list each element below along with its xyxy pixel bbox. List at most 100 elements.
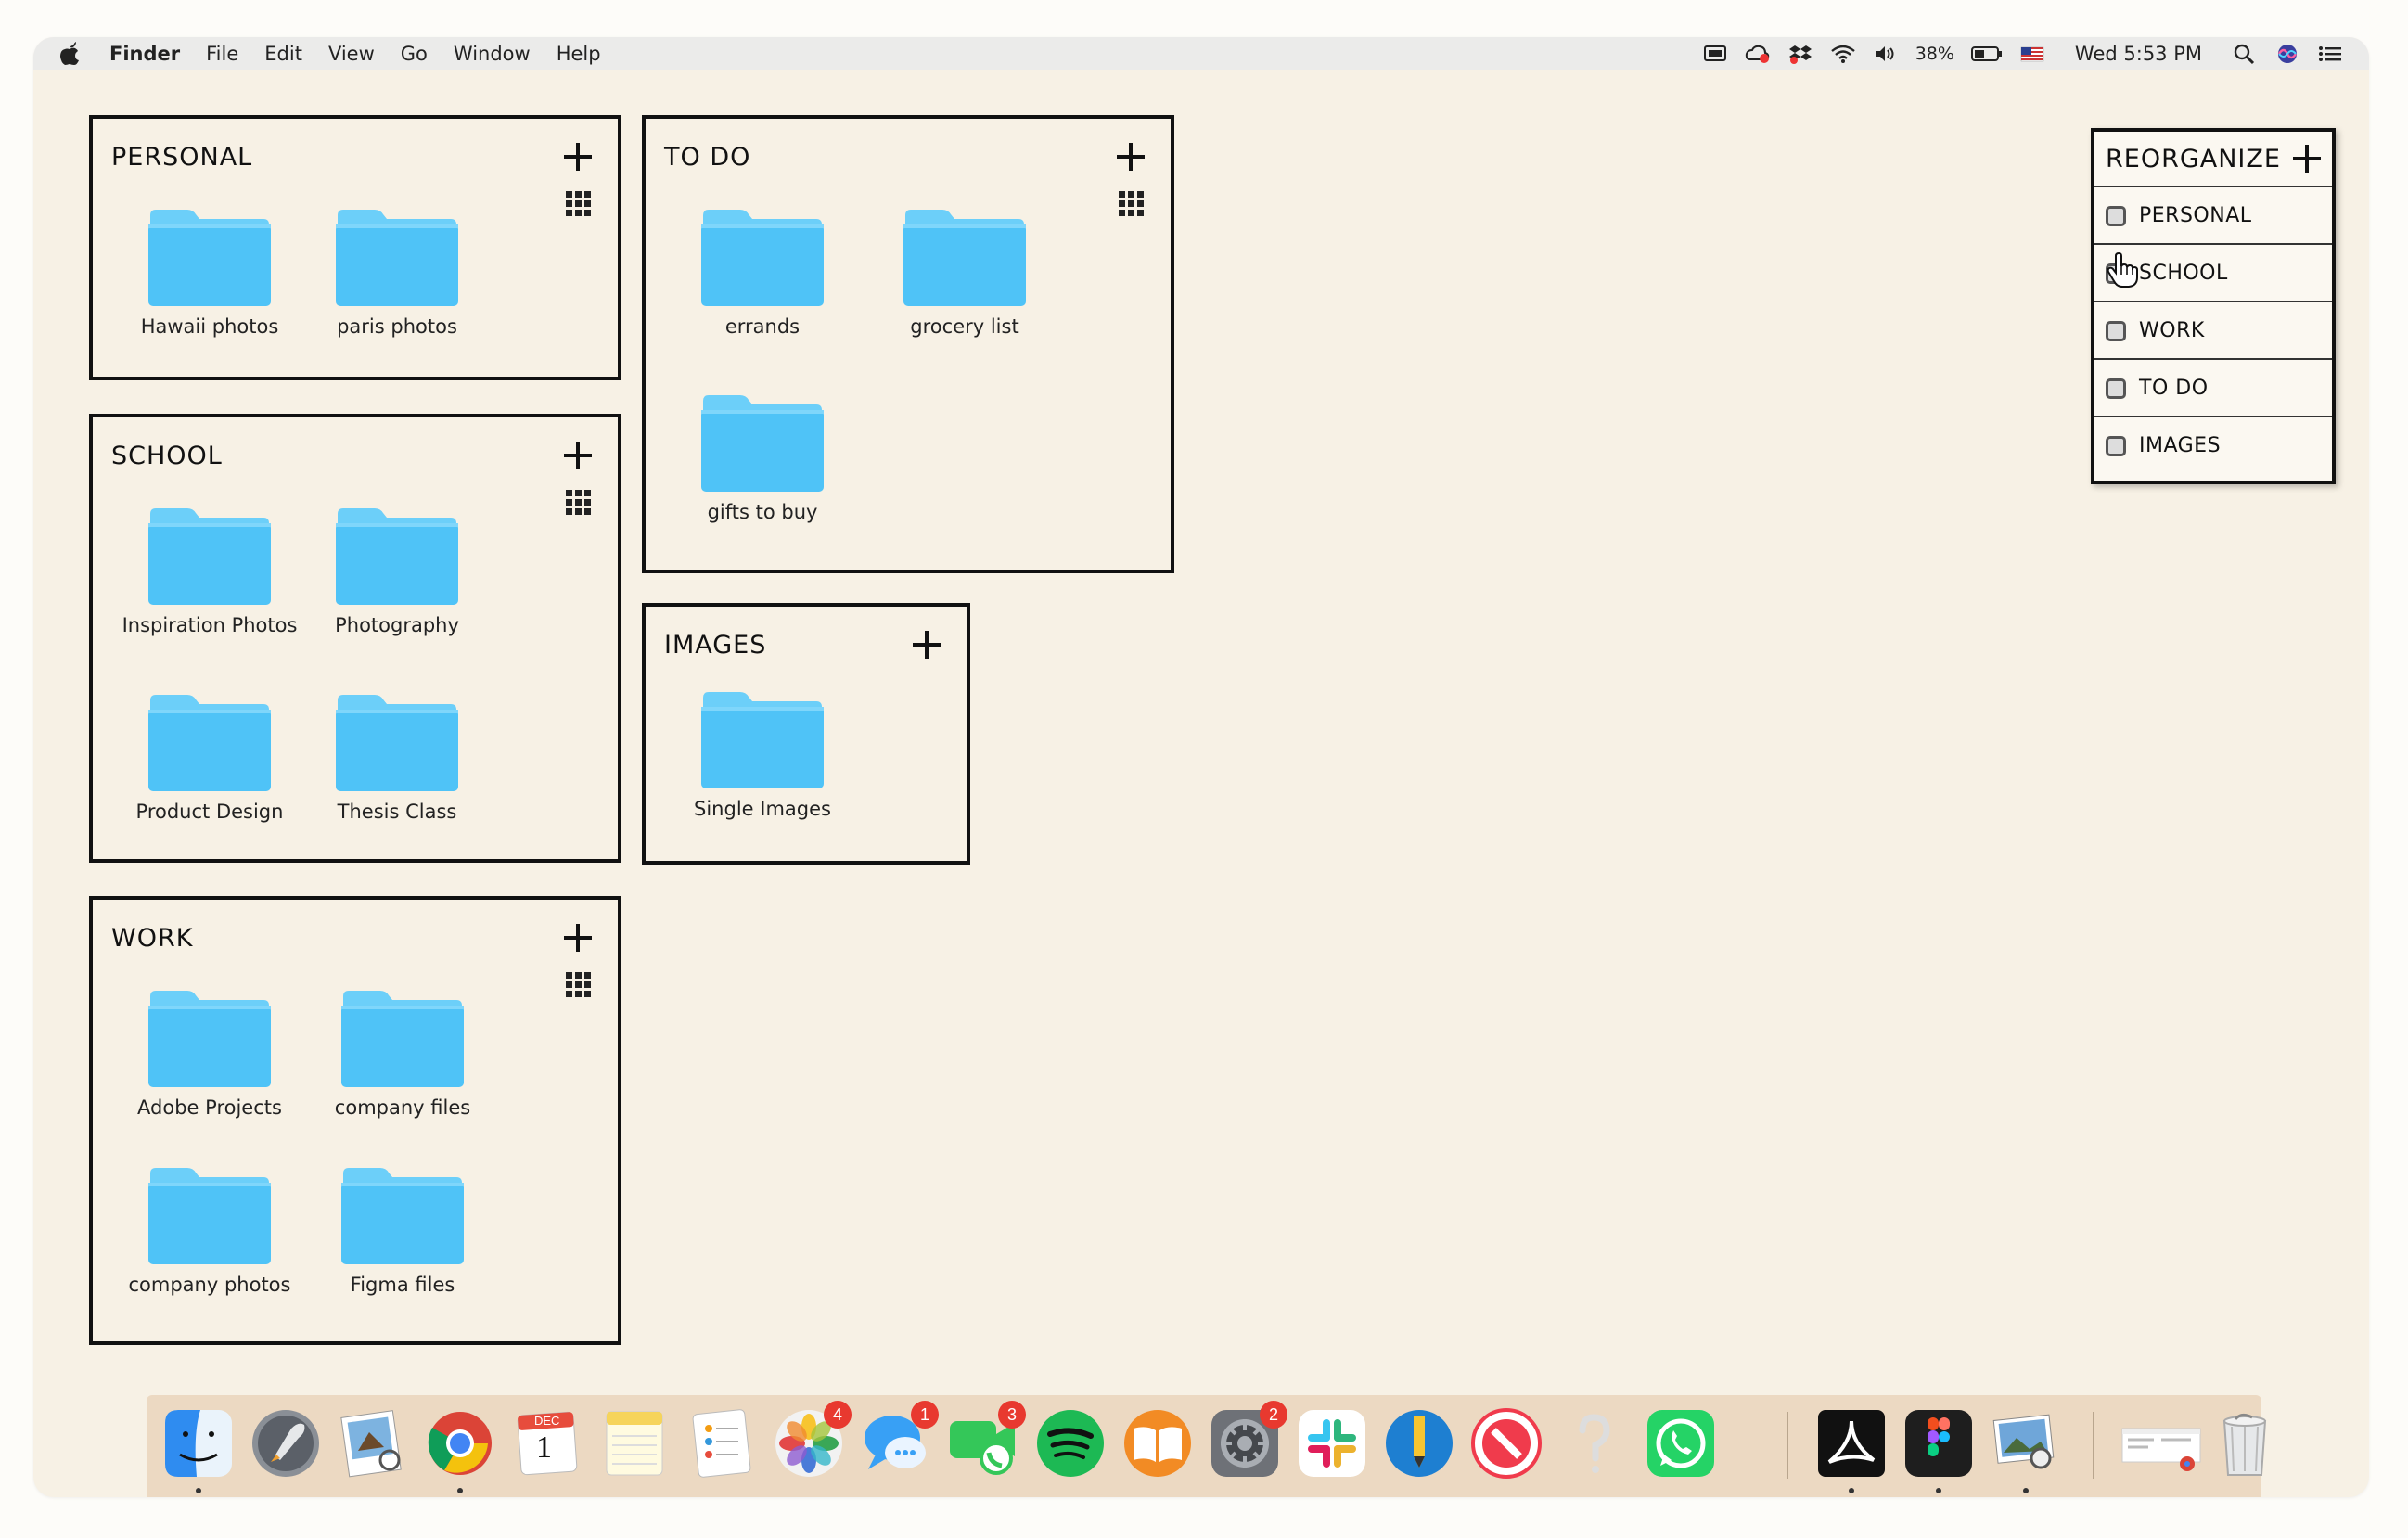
dock-messages[interactable]: 1 (859, 1401, 939, 1480)
folder-errands[interactable]: errands (670, 208, 855, 338)
add-icon[interactable] (911, 629, 942, 660)
dropbox-icon[interactable] (1787, 43, 1813, 65)
reorganize-item-school[interactable]: SCHOOL (2094, 245, 2332, 302)
dock-books[interactable] (1121, 1406, 1195, 1480)
dock-whatsapp[interactable] (1644, 1406, 1718, 1480)
reorganize-item-work[interactable]: WORK (2094, 302, 2332, 360)
display-mirror-icon[interactable] (1702, 43, 1728, 65)
grid-view-icon[interactable] (566, 191, 592, 217)
wifi-icon[interactable] (1830, 43, 1856, 65)
menu-window[interactable]: Window (454, 43, 531, 65)
preview-icon (340, 1410, 402, 1478)
add-category-icon[interactable] (2291, 143, 2323, 174)
dock-news[interactable] (1469, 1406, 1543, 1480)
panel-title: IMAGES (664, 631, 767, 660)
reorganize-header: REORGANIZE (2094, 132, 2332, 187)
folder-icon (699, 690, 826, 790)
folder-label: gifts to buy (707, 501, 818, 523)
whatsapp-icon (1647, 1410, 1714, 1477)
dock-acrobat[interactable] (1814, 1406, 1889, 1493)
dock-system-preferences[interactable]: 2 (1208, 1401, 1287, 1480)
folder-company-photos[interactable]: company photos (117, 1166, 302, 1296)
folder-hawaii-photos[interactable]: Hawaii photos (117, 208, 302, 338)
reorganize-item-label: WORK (2139, 319, 2205, 342)
dock-finder[interactable] (161, 1406, 236, 1493)
folder-product-design[interactable]: Product Design (117, 693, 302, 823)
add-icon[interactable] (562, 922, 594, 954)
folder-figma-files[interactable]: Figma files (310, 1166, 495, 1296)
folder-adobe-projects[interactable]: Adobe Projects (117, 989, 302, 1119)
battery-icon[interactable] (1970, 43, 2003, 65)
dock-chrome[interactable] (423, 1406, 497, 1493)
dock-preview[interactable] (336, 1406, 410, 1480)
menu-view[interactable]: View (328, 43, 375, 65)
folder-gifts-to-buy[interactable]: gifts to buy (670, 393, 855, 523)
dock-photos[interactable]: 4 (772, 1401, 852, 1480)
folder-icon (902, 208, 1028, 308)
menu-bar: Finder File Edit View Go Window Help 38%… (33, 37, 2369, 70)
menu-edit[interactable]: Edit (264, 43, 302, 65)
folder-photography[interactable]: Photography (304, 506, 490, 636)
reorganize-item-label: TO DO (2139, 377, 2209, 400)
dock-figma[interactable] (1902, 1406, 1976, 1493)
dock-facetime[interactable]: 3 (946, 1401, 1026, 1480)
panel-work: WORK Adobe Projects company files compan… (89, 896, 621, 1345)
dock-launchpad[interactable] (249, 1406, 323, 1480)
add-icon[interactable] (562, 440, 594, 471)
menu-help[interactable]: Help (557, 43, 601, 65)
checkbox[interactable] (2106, 321, 2126, 341)
dock-help[interactable] (1556, 1406, 1631, 1480)
folder-paris-photos[interactable]: paris photos (304, 208, 490, 338)
battery-percent: 38% (1915, 44, 1954, 64)
dock-notes[interactable] (597, 1406, 672, 1480)
dock-reminders[interactable] (685, 1406, 759, 1480)
grid-view-icon[interactable] (566, 972, 592, 998)
dock-spotify[interactable] (1033, 1406, 1108, 1480)
folder-label: errands (724, 315, 801, 338)
reorganize-item-personal[interactable]: PERSONAL (2094, 187, 2332, 245)
siri-icon[interactable] (2274, 43, 2300, 65)
dock-trash[interactable] (2208, 1406, 2282, 1480)
us-flag-icon[interactable] (2019, 43, 2045, 65)
folder-icon (334, 208, 460, 308)
checkbox[interactable] (2106, 436, 2126, 456)
reorganize-item-images[interactable]: IMAGES (2094, 417, 2332, 475)
notification-center-icon[interactable] (2317, 43, 2343, 65)
spotlight-search-icon[interactable] (2232, 43, 2258, 65)
books-icon (1124, 1410, 1191, 1477)
folder-icon (334, 506, 460, 607)
folder-icon (339, 989, 466, 1089)
reorganize-item-todo[interactable]: TO DO (2094, 360, 2332, 417)
folder-grocery-list[interactable]: grocery list (872, 208, 1057, 338)
image-preview-icon (1992, 1414, 2055, 1469)
dock-minimized-window[interactable] (2117, 1406, 2206, 1480)
menu-go[interactable]: Go (401, 43, 428, 65)
notification-badge: 4 (824, 1401, 852, 1429)
menu-file[interactable]: File (206, 43, 238, 65)
dock-image-capture[interactable] (1989, 1406, 2063, 1493)
checkbox[interactable] (2106, 378, 2126, 399)
dock-pages[interactable] (1382, 1406, 1456, 1480)
menu-app-name[interactable]: Finder (109, 43, 180, 65)
dock-calendar[interactable]: DEC 1 (510, 1406, 584, 1480)
dock-slack[interactable] (1295, 1406, 1369, 1480)
add-icon[interactable] (1115, 141, 1146, 173)
checkbox[interactable] (2106, 206, 2126, 226)
folder-company-files[interactable]: company files (310, 989, 495, 1119)
add-icon[interactable] (562, 141, 594, 173)
grid-view-icon[interactable] (1119, 191, 1145, 217)
spotify-icon (1037, 1410, 1104, 1477)
creative-cloud-icon[interactable] (1745, 43, 1771, 65)
folder-thesis-class[interactable]: Thesis Class (304, 693, 490, 823)
calendar-month: DEC (534, 1414, 560, 1428)
question-mark-icon (1579, 1414, 1610, 1473)
folder-label: Inspiration Photos (122, 614, 298, 636)
volume-icon[interactable] (1873, 43, 1899, 65)
folder-single-images[interactable]: Single Images (670, 690, 855, 820)
apple-menu-icon[interactable] (59, 42, 80, 66)
grid-view-icon[interactable] (566, 490, 592, 516)
reorganize-item-label: PERSONAL (2139, 204, 2252, 227)
checkbox[interactable] (2106, 263, 2126, 284)
menubar-clock[interactable]: Wed 5:53 PM (2075, 43, 2202, 65)
folder-inspiration-photos[interactable]: Inspiration Photos (117, 506, 302, 636)
